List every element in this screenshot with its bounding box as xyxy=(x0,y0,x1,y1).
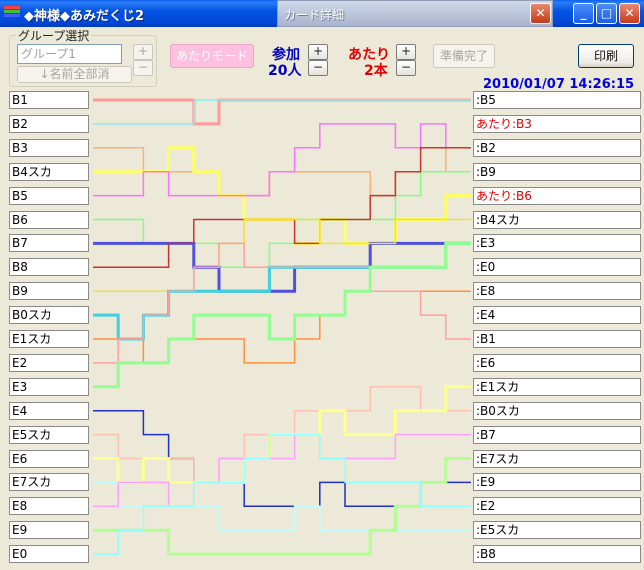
player-name-field[interactable]: B6 xyxy=(9,210,89,229)
result-field: :B8 xyxy=(473,545,641,564)
popup-close-icon[interactable]: ✕ xyxy=(530,3,551,24)
player-name-field[interactable]: B4スカ xyxy=(9,162,89,181)
result-field: :E9 xyxy=(473,473,641,492)
result-field: :E4 xyxy=(473,306,641,325)
result-field: :E2 xyxy=(473,497,641,516)
result-hit: あたり:B6 xyxy=(473,186,641,205)
participants-minus-button[interactable]: − xyxy=(308,60,328,76)
minimize-icon[interactable]: _ xyxy=(573,3,594,24)
ladder-path xyxy=(93,98,471,126)
popup-title: カード詳細 xyxy=(284,8,345,22)
close-icon[interactable]: ✕ xyxy=(619,3,640,24)
datetime-display: 2010/01/07 14:26:15 xyxy=(483,77,635,92)
group-plus-button[interactable]: + xyxy=(133,44,153,60)
result-field: :E8 xyxy=(473,282,641,301)
participants-value: 20人 xyxy=(268,63,302,79)
result-field: :B4スカ xyxy=(473,210,641,229)
ladder-path xyxy=(93,123,471,197)
result-field: :E5スカ xyxy=(473,521,641,540)
player-name-field[interactable]: E0 xyxy=(9,545,89,564)
player-name-field[interactable]: B2 xyxy=(9,114,89,133)
result-field: :E7スカ xyxy=(473,449,641,468)
window-title: ◆神様◆あみだくじ2 xyxy=(24,9,145,24)
result-field: :E3 xyxy=(473,234,641,253)
result-hit: あたり:B3 xyxy=(473,114,641,133)
player-name-field[interactable]: B1 xyxy=(9,91,89,109)
player-name-field[interactable]: E8 xyxy=(9,497,89,516)
result-field: :B5 xyxy=(473,91,641,109)
player-name-field[interactable]: B9 xyxy=(9,282,89,301)
player-name-field[interactable]: E6 xyxy=(9,449,89,468)
group-select-label: グループ選択 xyxy=(16,27,92,44)
title-bar[interactable]: ◆神様◆あみだくじ2 カード詳細 ✕ _ □ ✕ xyxy=(0,0,644,27)
ladder-path xyxy=(93,147,471,269)
hits-value: 2本 xyxy=(364,63,388,79)
participants-plus-button[interactable]: + xyxy=(308,44,328,60)
player-name-field[interactable]: B8 xyxy=(9,258,89,277)
ladder-path xyxy=(93,290,471,364)
result-field: :B9 xyxy=(473,162,641,181)
player-name-field[interactable]: B5 xyxy=(9,186,89,205)
group-minus-button[interactable]: − xyxy=(133,60,153,76)
player-name-field[interactable]: B3 xyxy=(9,138,89,157)
player-name-field[interactable]: B0スカ xyxy=(9,306,89,325)
player-name-field[interactable]: B7 xyxy=(9,234,89,253)
result-field: :E6 xyxy=(473,353,641,372)
ladder-path xyxy=(93,218,471,292)
main-window: ◆神様◆あみだくじ2 カード詳細 ✕ _ □ ✕ グループ選択 グループ1 + … xyxy=(0,0,644,570)
atari-mode-button[interactable]: あたりモード xyxy=(170,44,254,68)
player-name-field[interactable]: E5スカ xyxy=(9,425,89,444)
result-field: :B7 xyxy=(473,425,641,444)
ladder-path xyxy=(93,242,471,364)
player-name-field[interactable]: E4 xyxy=(9,401,89,420)
maximize-icon[interactable]: □ xyxy=(596,3,617,24)
ladder-path xyxy=(93,433,471,508)
amida-ladder xyxy=(93,98,471,556)
amida-board: B1 B2 B3 B4スカ B5 B6 B7 B8 B9 B0スカ E1スカ E2 E3 E4 E5スカ E6… xyxy=(9,91,641,567)
ladder-path xyxy=(93,433,471,555)
ladder-path xyxy=(93,99,471,125)
player-name-field[interactable]: E7スカ xyxy=(9,473,89,492)
card-detail-popup[interactable]: カード詳細 ✕ xyxy=(277,0,553,27)
player-name-field[interactable]: E9 xyxy=(9,521,89,540)
result-field: :E0 xyxy=(473,258,641,277)
result-field: :B2 xyxy=(473,138,641,157)
app-icon xyxy=(4,6,20,22)
hits-minus-button[interactable]: − xyxy=(396,60,416,76)
hits-plus-button[interactable]: + xyxy=(396,44,416,60)
result-field: :E1スカ xyxy=(473,377,641,396)
player-name-field[interactable]: E1スカ xyxy=(9,330,89,348)
clear-names-button[interactable]: ↓名前全部消 xyxy=(17,66,132,83)
ready-button[interactable]: 準備完了 xyxy=(433,44,495,68)
player-name-field[interactable]: E3 xyxy=(9,377,89,396)
print-button[interactable]: 印刷 xyxy=(578,44,634,68)
result-field: :B0スカ xyxy=(473,401,641,420)
group-input[interactable]: グループ1 xyxy=(17,44,122,64)
player-name-field[interactable]: E2 xyxy=(9,353,89,372)
result-field: :B1 xyxy=(473,330,641,348)
